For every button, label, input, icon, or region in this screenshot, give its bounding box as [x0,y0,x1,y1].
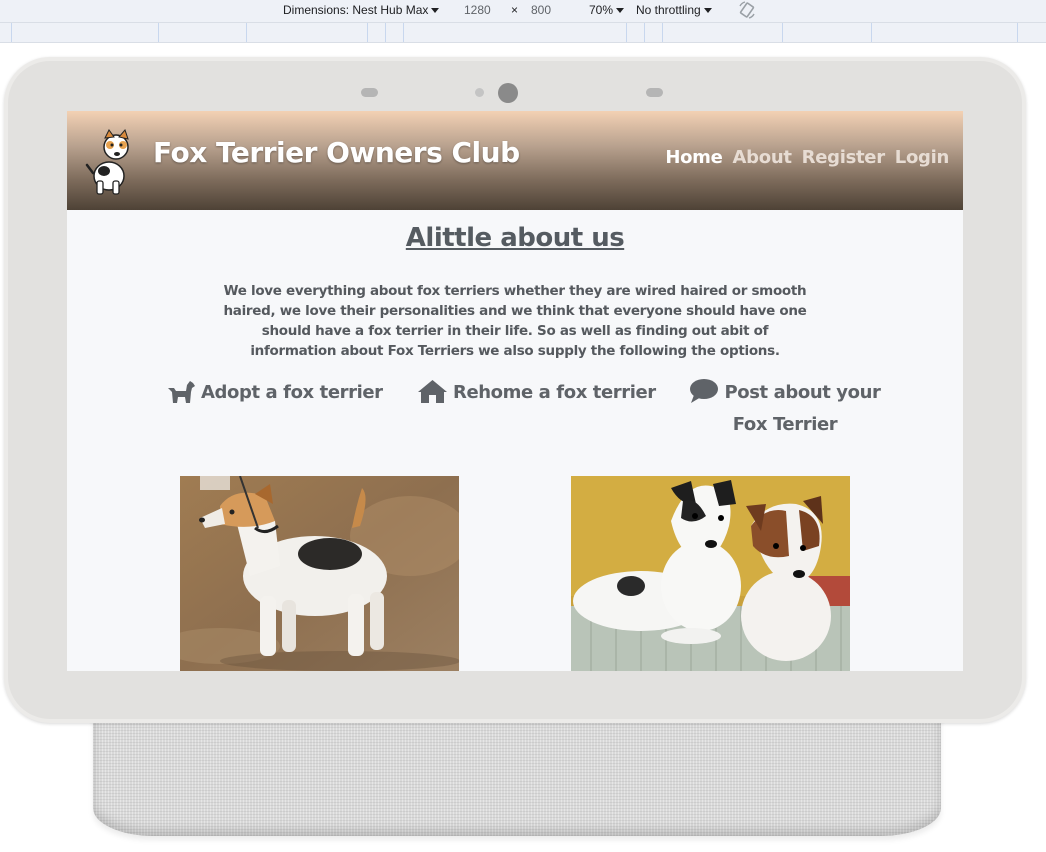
device-dimensions-dropdown[interactable]: Dimensions: Nest Hub Max [283,3,440,17]
throttling-dropdown[interactable]: No throttling [636,3,712,17]
chevron-down-icon [703,8,712,13]
device-dimensions-label: Dimensions: Nest Hub Max [283,3,429,17]
about-text: We love everything about fox terriers wh… [223,283,807,359]
fox-terrier-logo[interactable] [85,129,133,195]
adopt-option[interactable]: Adopt a fox terrier [166,377,383,409]
wire-fox-terrier-photo [180,476,459,671]
site-title[interactable]: Fox Terrier Owners Club [153,136,520,169]
rotate-icon[interactable] [737,1,757,19]
post-label: Post about your Fox Terrier [724,382,881,435]
nav-register[interactable]: Register [802,147,885,168]
zoom-label: 70% [589,3,614,17]
nav-login[interactable]: Login [895,147,950,168]
device-sensor [475,88,484,97]
rehome-label: Rehome a fox terrier [453,382,656,403]
chevron-down-icon [431,8,440,13]
device-screen: Fox Terrier Owners Club Home About Regis… [67,111,963,671]
camera-icon [498,83,518,103]
width-input[interactable]: 1280 [464,3,491,17]
post-option[interactable]: Post about your Fox Terrier [680,377,890,441]
comment-icon [690,379,719,403]
media-query-ruler [0,23,1046,43]
throttling-label: No throttling [636,3,701,17]
device-toolbar: Dimensions: Nest Hub Max 1280 × 800 70% … [0,0,1046,23]
device-sensor [361,88,378,97]
device-sensor [646,88,663,97]
adopt-label: Adopt a fox terrier [201,382,383,403]
smooth-fox-terriers-photo [571,476,850,671]
height-input[interactable]: 800 [531,3,551,17]
home-icon [418,380,447,403]
rehome-option[interactable]: Rehome a fox terrier [417,377,656,409]
site-header: Fox Terrier Owners Club Home About Regis… [67,111,963,210]
nav-home[interactable]: Home [665,147,723,168]
nav-about[interactable]: About [733,147,792,168]
main-nav: Home About Register Login [665,147,949,168]
zoom-dropdown[interactable]: 70% [589,3,625,17]
dimension-separator: × [511,3,519,17]
about-heading: Alittle about us [405,223,625,253]
dog-icon [168,381,195,403]
chevron-down-icon [616,8,625,13]
